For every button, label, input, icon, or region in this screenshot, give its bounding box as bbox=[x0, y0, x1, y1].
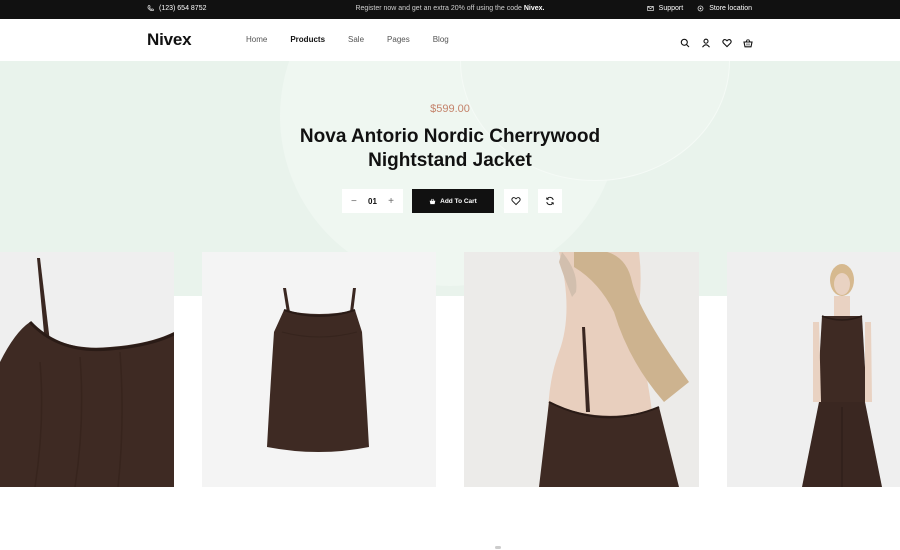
gallery-image-strap-closeup[interactable] bbox=[0, 252, 174, 487]
quantity-value[interactable]: 01 bbox=[368, 197, 377, 206]
announcement-bar: (123) 654 8752 Register now and get an e… bbox=[0, 0, 900, 19]
quantity-stepper: − 01 + bbox=[342, 189, 403, 213]
nav-products[interactable]: Products bbox=[290, 35, 325, 44]
gallery-image-model-back[interactable] bbox=[464, 252, 699, 487]
compare-button[interactable] bbox=[538, 189, 562, 213]
product-title: Nova Antorio Nordic Cherrywood Nightstan… bbox=[0, 125, 900, 173]
heart-icon[interactable] bbox=[722, 35, 732, 48]
product-title-line: Nightstand Jacket bbox=[368, 150, 532, 171]
nav-home[interactable]: Home bbox=[246, 35, 267, 44]
wishlist-button[interactable] bbox=[504, 189, 528, 213]
logo[interactable]: Nivex bbox=[147, 30, 192, 50]
site-header: Nivex Home Products Sale Pages Blog bbox=[0, 19, 900, 61]
support-label: Support bbox=[658, 5, 684, 12]
product-price: $599.00 bbox=[430, 103, 470, 115]
increase-quantity-button[interactable]: + bbox=[388, 196, 394, 207]
store-location-link[interactable]: Store location bbox=[697, 5, 752, 12]
product-title-line: Nova Antorio Nordic Cherrywood bbox=[299, 126, 601, 147]
carousel-indicator[interactable] bbox=[495, 546, 501, 549]
promo-code: Nivex. bbox=[523, 5, 545, 12]
purchase-controls: − 01 + Add To Cart bbox=[342, 189, 562, 213]
promo-message: Register now and get an extra 20% off us… bbox=[0, 5, 900, 12]
gallery-image-top-flat[interactable] bbox=[202, 252, 436, 487]
location-icon bbox=[697, 5, 704, 12]
store-location-label: Store location bbox=[709, 5, 752, 12]
nav-blog[interactable]: Blog bbox=[433, 35, 449, 44]
user-icon[interactable] bbox=[701, 35, 711, 48]
cart-icon bbox=[429, 198, 436, 204]
nav-pages[interactable]: Pages bbox=[387, 35, 410, 44]
gallery-image-model-full[interactable] bbox=[727, 252, 900, 487]
refresh-icon bbox=[546, 196, 554, 206]
decrease-quantity-button[interactable]: − bbox=[351, 196, 357, 207]
add-to-cart-button[interactable]: Add To Cart bbox=[412, 189, 494, 213]
support-link[interactable]: Support bbox=[647, 5, 684, 12]
cart-icon[interactable] bbox=[743, 35, 753, 48]
main-nav: Home Products Sale Pages Blog bbox=[246, 35, 472, 44]
heart-icon bbox=[511, 197, 521, 206]
mail-icon bbox=[647, 6, 654, 11]
product-gallery bbox=[0, 252, 900, 487]
search-icon[interactable] bbox=[680, 35, 690, 48]
nav-sale[interactable]: Sale bbox=[348, 35, 364, 44]
add-to-cart-label: Add To Cart bbox=[440, 197, 477, 205]
promo-text: Register now and get an extra 20% off us… bbox=[355, 5, 522, 12]
